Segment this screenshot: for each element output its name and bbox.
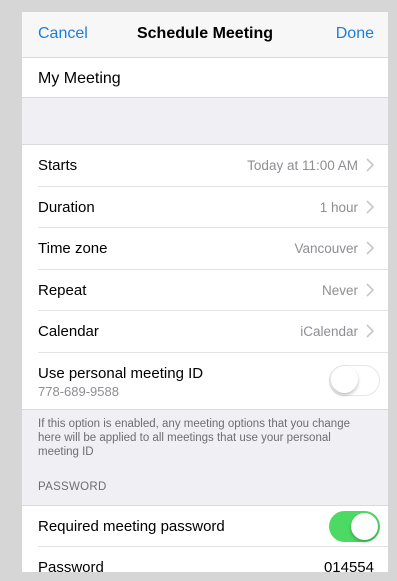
page-title: Schedule Meeting <box>136 25 274 42</box>
personal-meeting-id-label: Use personal meeting ID <box>38 364 204 382</box>
duration-value: 1 hour <box>319 199 358 215</box>
chevron-right-icon <box>366 158 375 172</box>
starts-value: Today at 11:00 AM <box>247 158 358 173</box>
duration-label: Duration <box>38 198 95 216</box>
required-password-row: Required meeting password <box>38 506 388 547</box>
meeting-settings-group: Starts Today at 11:00 AM Duration 1 hour… <box>22 144 388 410</box>
done-button[interactable]: Done <box>336 25 374 43</box>
timezone-row[interactable]: Time zone Vancouver <box>38 228 388 270</box>
password-value[interactable]: 014554 <box>324 559 374 572</box>
schedule-meeting-screen: Cancel Schedule Meeting Done My Meeting … <box>22 12 388 572</box>
chevron-right-icon <box>366 282 375 297</box>
meeting-topic-field[interactable]: My Meeting <box>22 58 388 98</box>
password-row[interactable]: Password 014554 <box>38 547 388 572</box>
required-password-label: Required meeting password <box>38 517 225 535</box>
password-label: Password <box>38 559 104 572</box>
starts-row[interactable]: Starts Today at 11:00 AM <box>38 145 388 187</box>
personal-meeting-id-note: If this option is enabled, any meeting o… <box>38 417 350 458</box>
calendar-label: Calendar <box>38 323 99 340</box>
navigation-bar: Cancel Schedule Meeting Done <box>22 12 388 58</box>
meeting-topic-value: My Meeting <box>38 70 121 87</box>
repeat-label: Repeat <box>38 281 87 299</box>
timezone-value: Vancouver <box>294 241 358 256</box>
chevron-right-icon <box>366 241 375 255</box>
repeat-value: Never <box>321 282 358 298</box>
personal-meeting-id-row: Use personal meeting ID 778-689-9588 <box>38 353 388 409</box>
repeat-row[interactable]: Repeat Never <box>38 270 388 311</box>
required-password-toggle[interactable] <box>329 510 380 542</box>
personal-meeting-id-toggle[interactable] <box>329 364 380 396</box>
toggle-knob <box>351 512 378 540</box>
toggle-knob <box>331 365 358 393</box>
starts-label: Starts <box>38 157 78 174</box>
password-group: Required meeting password Password 01455… <box>22 504 388 572</box>
calendar-row[interactable]: Calendar iCalendar <box>38 311 388 353</box>
chevron-right-icon <box>366 199 375 214</box>
duration-row[interactable]: Duration 1 hour <box>38 187 388 228</box>
timezone-label: Time zone <box>38 240 108 257</box>
password-section-header: PASSWORD <box>38 480 107 493</box>
personal-meeting-id-value: 778-689-9588 <box>38 383 119 399</box>
calendar-value: iCalendar <box>300 324 358 339</box>
chevron-right-icon <box>366 324 375 338</box>
